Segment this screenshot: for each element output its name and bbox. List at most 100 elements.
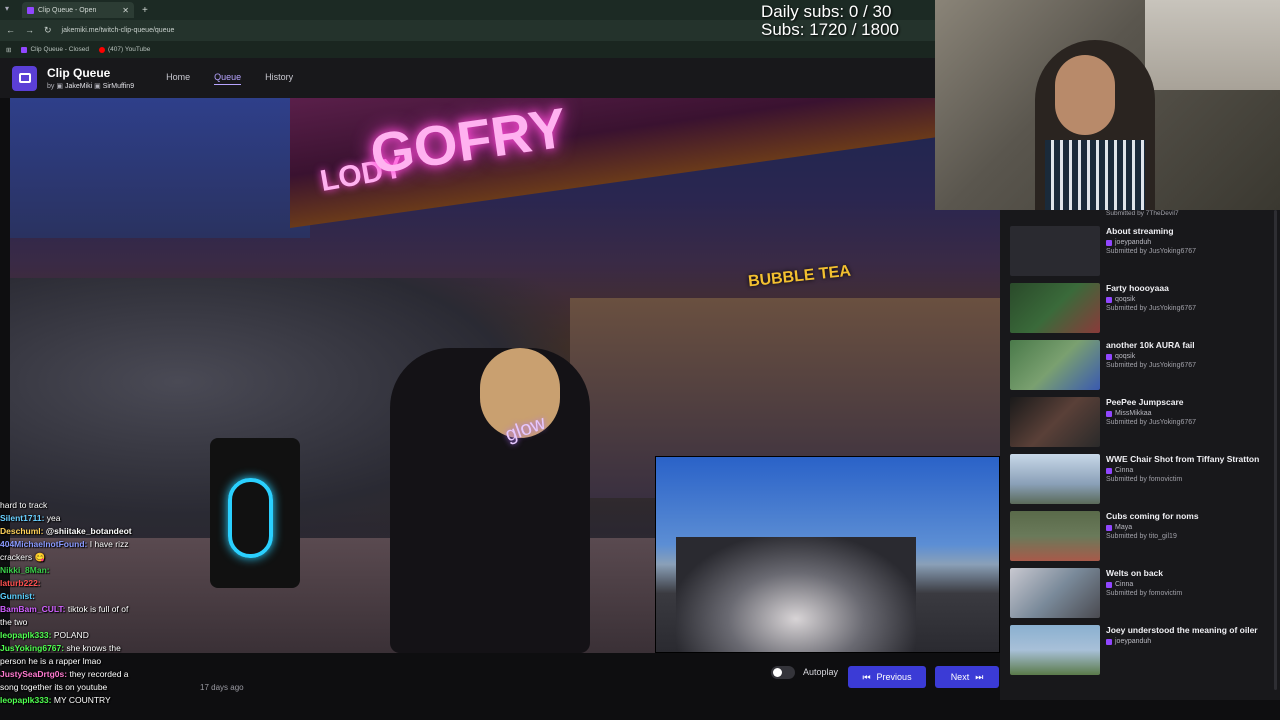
queue-item[interactable]: PeePee Jumpscare MissMikkaa Submitted by… — [1010, 397, 1272, 451]
clip-submitter: fomovictim — [1148, 590, 1183, 597]
clip-thumbnail — [1010, 283, 1100, 333]
clip-thumbnail — [1010, 454, 1100, 504]
clip-channel: joeypanduh — [1115, 239, 1152, 246]
chat-message: tiktok is full of of — [67, 604, 129, 614]
twitch-icon — [1106, 410, 1112, 417]
chat-message: hard to track — [0, 500, 48, 510]
new-tab-icon[interactable]: + — [142, 5, 148, 16]
bookmark-label: Clip Queue - Closed — [30, 46, 89, 53]
queue-item[interactable]: Cubs coming for noms Maya Submitted by t… — [1010, 511, 1272, 565]
clip-thumbnail — [1010, 511, 1100, 561]
clip-submitter: JusYoking6767 — [1148, 419, 1197, 426]
clip-channel: Cinna — [1115, 581, 1134, 588]
clip-submitter: tito_gil19 — [1148, 533, 1177, 540]
chat-username[interactable]: laturb222: — [0, 578, 41, 588]
clip-channel: joeypanduh — [1115, 638, 1152, 645]
tab-title: Clip Queue - Open — [38, 6, 97, 14]
chat-line: Nikki_8Man: — [0, 564, 215, 577]
queue-item[interactable]: Welts on back Cinna Submitted by fomovic… — [1010, 568, 1272, 622]
twitch-icon — [21, 46, 28, 53]
chat-message: yea — [46, 513, 61, 523]
back-icon[interactable]: ← — [6, 25, 15, 36]
queue-item[interactable]: WWE Chair Shot from Tiffany Stratton Cin… — [1010, 454, 1272, 508]
webcam-overlay — [935, 0, 1280, 210]
chat-username[interactable]: leopaplk333: — [0, 630, 52, 640]
chat-username[interactable]: JustySeaDrtg0s: — [0, 669, 67, 679]
next-button[interactable]: Next ⏭ — [935, 666, 999, 688]
author-link[interactable]: SirMuffin9 — [103, 83, 134, 90]
clip-queue-logo-icon[interactable] — [12, 65, 37, 91]
clip-timestamp: 17 days ago — [200, 683, 244, 692]
clip-queue-list: Submitted by 7TheDevil7 About streaming … — [1000, 210, 1280, 700]
chat-username[interactable]: 404MichaelnotFound: — [0, 539, 87, 549]
nav-queue[interactable]: Queue — [214, 72, 242, 85]
autoplay-label: Autoplay — [803, 667, 839, 677]
url-field[interactable]: jakemiki.me/twitch-clip-queue/queue — [62, 27, 175, 34]
chat-line: JustySeaDrtg0s: they recorded a — [0, 668, 215, 681]
bubble-tea-sign: BUBBLE TEA — [747, 262, 852, 291]
previous-button[interactable]: ⏮ Previous — [848, 666, 926, 688]
submitted-label: Submitted by — [1106, 362, 1147, 369]
chat-line: leopaplk333: POLAND — [0, 629, 215, 642]
forward-icon[interactable]: → — [25, 25, 34, 36]
clip-thumbnail — [1010, 625, 1100, 675]
chat-username[interactable]: JusYoking6767: — [0, 643, 64, 653]
browser-tab[interactable]: Clip Queue - Open ✕ — [22, 2, 134, 18]
twitch-icon — [1106, 296, 1112, 303]
chat-username[interactable]: Deschuml: — [0, 526, 43, 536]
clip-thumbnail — [1010, 340, 1100, 390]
bookmark-clip-queue[interactable]: Clip Queue - Closed — [21, 46, 89, 53]
apps-icon[interactable]: ⊞ — [6, 46, 11, 54]
chat-line: 404MichaelnotFound: I have rizz — [0, 538, 215, 551]
chat-line: the two — [0, 616, 215, 629]
chat-username[interactable]: Nikki_8Man: — [0, 565, 50, 575]
queue-item[interactable]: another 10k AURA fail qoqsik Submitted b… — [1010, 340, 1272, 394]
chat-line: BamBam_CULT: tiktok is full of of — [0, 603, 215, 616]
bookmark-youtube[interactable]: (407) YouTube — [98, 46, 150, 53]
clip-title: PeePee Jumpscare — [1106, 397, 1184, 407]
queue-item[interactable]: Joey understood the meaning of oiler joe… — [1010, 625, 1272, 679]
queue-partial-item: Submitted by 7TheDevil7 — [1106, 210, 1179, 217]
twitch-icon: ▣ — [56, 83, 63, 90]
chat-username[interactable]: Gunnist: — [0, 591, 35, 601]
chat-username[interactable]: leopaplk333: — [0, 695, 52, 705]
chat-line: hard to track — [0, 499, 215, 512]
twitch-icon — [1106, 467, 1112, 474]
queue-item[interactable]: About streaming joeypanduh Submitted by … — [1010, 226, 1272, 280]
chat-message: the two — [0, 617, 28, 627]
chat-message: person he is a rapper lmao — [0, 656, 102, 666]
nav-history[interactable]: History — [265, 72, 293, 85]
close-tab-icon[interactable]: ✕ — [122, 6, 129, 15]
clip-thumbnail — [1010, 397, 1100, 447]
twitch-icon — [1106, 524, 1112, 531]
twitch-icon — [1106, 581, 1112, 588]
by-label: by — [47, 83, 55, 90]
nav-home[interactable]: Home — [166, 72, 190, 85]
chat-line: Silent1711: yea — [0, 512, 215, 525]
clip-channel: MissMikkaa — [1115, 410, 1152, 417]
autoplay-toggle[interactable] — [771, 666, 795, 679]
chat-line: Gunnist: — [0, 590, 215, 603]
author-link[interactable]: JakeMiki — [65, 83, 92, 90]
chat-line: person he is a rapper lmao — [0, 655, 215, 668]
chat-line: song together its on youtube — [0, 681, 215, 694]
window-menu-icon[interactable]: ▾ — [5, 4, 9, 13]
twitch-favicon-icon — [27, 6, 34, 14]
daily-subs: Daily subs: 0 / 30 — [761, 2, 892, 21]
submitted-label: Submitted by — [1106, 419, 1147, 426]
chat-username[interactable]: BamBam_CULT: — [0, 604, 66, 614]
queue-item[interactable]: Farty hoooyaaa qoqsik Submitted by JusYo… — [1010, 283, 1272, 337]
fast-forward-icon: ⏭ — [975, 671, 984, 682]
chat-overlay: hard to track Silent1711: yea Deschuml: … — [0, 499, 215, 707]
clip-title: Joey understood the meaning of oiler — [1106, 625, 1258, 635]
queue-scrollbar[interactable] — [1274, 210, 1277, 690]
chat-username[interactable]: Silent1711: — [0, 513, 44, 523]
chat-line: Deschuml: @shiitake_botandeot — [0, 525, 215, 538]
clip-channel: qoqsik — [1115, 353, 1136, 360]
submitted-label: Submitted by — [1106, 533, 1147, 540]
youtube-icon — [98, 46, 105, 53]
reload-icon[interactable]: ↻ — [44, 25, 52, 36]
clip-submitter: fomovictim — [1148, 476, 1183, 483]
clip-title: Welts on back — [1106, 568, 1163, 578]
chat-message: she knows the — [66, 643, 121, 653]
